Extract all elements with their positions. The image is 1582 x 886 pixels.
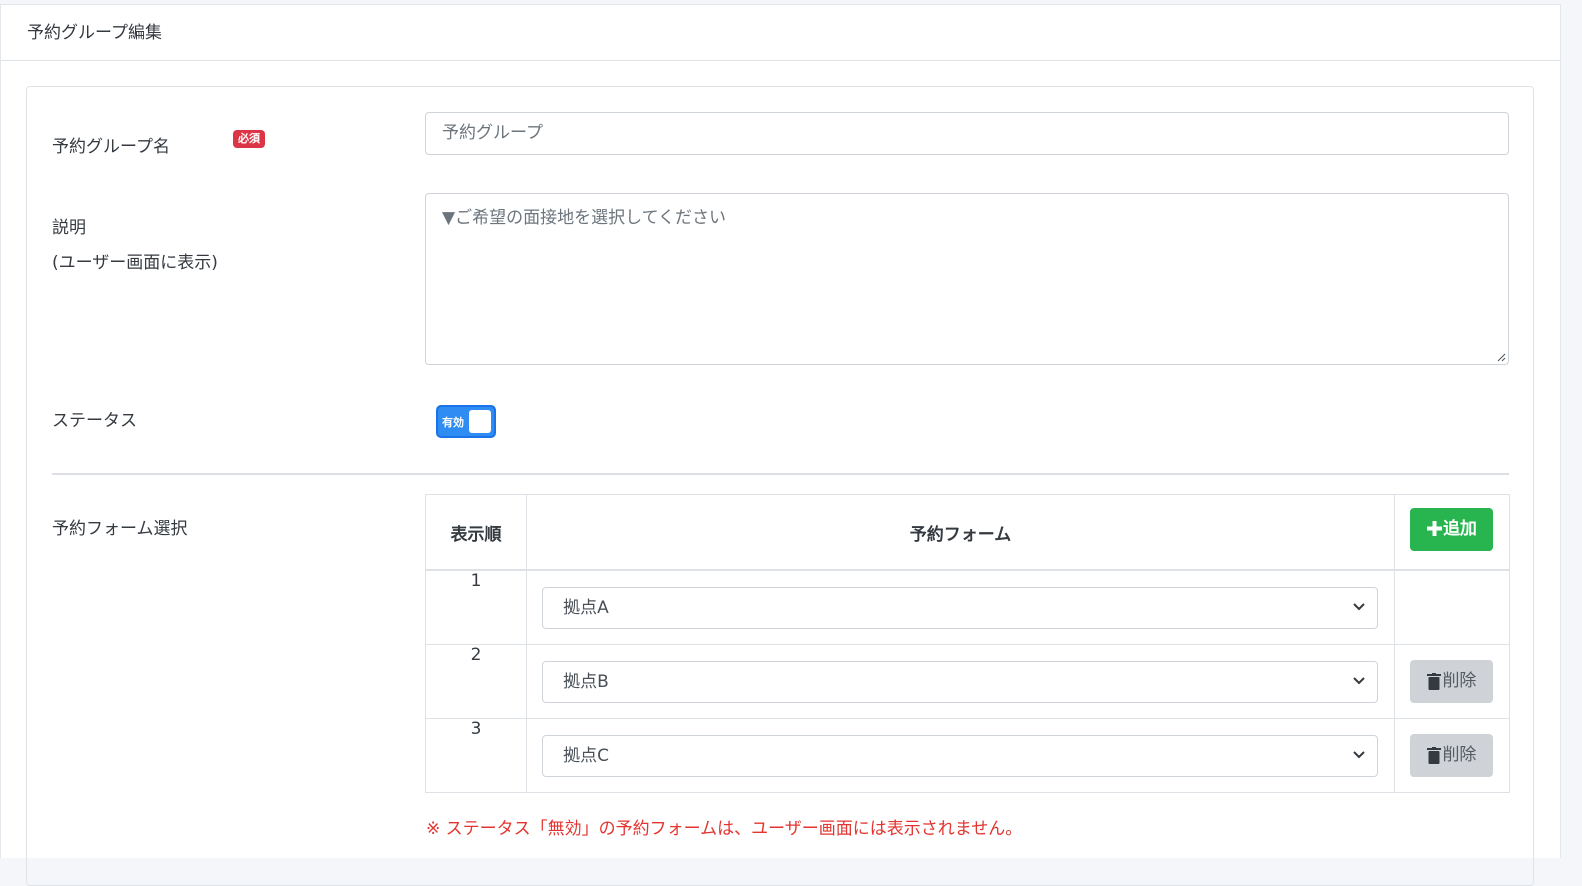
add-button[interactable]: 追加 <box>1410 507 1494 551</box>
status-label: ステータス <box>52 411 137 431</box>
required-badge: 必須 <box>233 130 265 148</box>
row-order: 2 <box>424 644 528 719</box>
group-name-label: 予約グループ名 <box>52 137 170 157</box>
header-action-cell: 追加 <box>1393 494 1511 571</box>
row-form-cell: 拠点A <box>526 569 1395 645</box>
add-button-label: 追加 <box>1442 518 1477 539</box>
table-header-row: 表示順 予約フォーム 追加 <box>424 494 1511 571</box>
delete-button-label: 削除 <box>1442 745 1477 765</box>
trash-icon <box>1427 672 1442 690</box>
chevron-down-icon <box>1353 602 1365 610</box>
section-divider <box>52 473 1509 475</box>
scrollbar[interactable] <box>1561 4 1582 857</box>
form-select-label: 予約フォーム選択 <box>52 519 188 539</box>
trash-icon <box>1427 746 1442 764</box>
row-action-cell: 削除 <box>1393 718 1511 793</box>
description-text: ▼ご希望の面接地を選択してください <box>442 208 727 228</box>
form-select-value: 拠点C <box>563 745 609 766</box>
description-textarea[interactable]: ▼ご希望の面接地を選択してください <box>425 193 1509 365</box>
delete-button-label: 削除 <box>1442 671 1477 691</box>
row-form-cell: 拠点C <box>526 718 1395 793</box>
table-row: 2 拠点B 削除 <box>424 644 1511 719</box>
chevron-down-icon <box>1353 750 1365 758</box>
table-row: 3 拠点C 削除 <box>424 718 1511 793</box>
status-toggle[interactable]: 有効 <box>436 405 496 438</box>
toggle-knob <box>469 410 491 433</box>
form-table: 表示順 予約フォーム 追加 1 拠点A 2 拠点B 削除 3 拠点C 削除 <box>424 494 1511 793</box>
status-note: ※ ステータス「無効」の予約フォームは、ユーザー画面には表示されません。 <box>426 819 1023 839</box>
form-select[interactable]: 拠点A <box>542 586 1379 629</box>
page-title: 予約グループ編集 <box>1 5 1560 61</box>
delete-button[interactable]: 削除 <box>1410 734 1494 777</box>
form-select[interactable]: 拠点B <box>542 660 1379 703</box>
chevron-down-icon <box>1353 676 1365 684</box>
plus-icon <box>1426 521 1442 536</box>
description-sublabel: (ユーザー画面に表示) <box>52 253 218 273</box>
delete-button[interactable]: 削除 <box>1410 660 1494 703</box>
table-row: 1 拠点A <box>424 569 1511 645</box>
status-toggle-text: 有効 <box>442 416 464 429</box>
row-form-cell: 拠点B <box>526 644 1395 719</box>
group-name-input[interactable]: 予約グループ <box>425 112 1509 155</box>
row-order: 3 <box>424 718 528 793</box>
header-order: 表示順 <box>424 494 528 571</box>
resize-grip-icon[interactable] <box>1496 352 1506 362</box>
row-order: 1 <box>424 569 528 645</box>
header-form: 予約フォーム <box>526 494 1395 571</box>
form-select-value: 拠点A <box>563 597 609 618</box>
form-select-value: 拠点B <box>563 671 609 692</box>
form-select[interactable]: 拠点C <box>542 734 1379 777</box>
row-action-cell <box>1393 569 1511 645</box>
description-label: 説明 <box>52 218 86 238</box>
row-action-cell: 削除 <box>1393 644 1511 719</box>
